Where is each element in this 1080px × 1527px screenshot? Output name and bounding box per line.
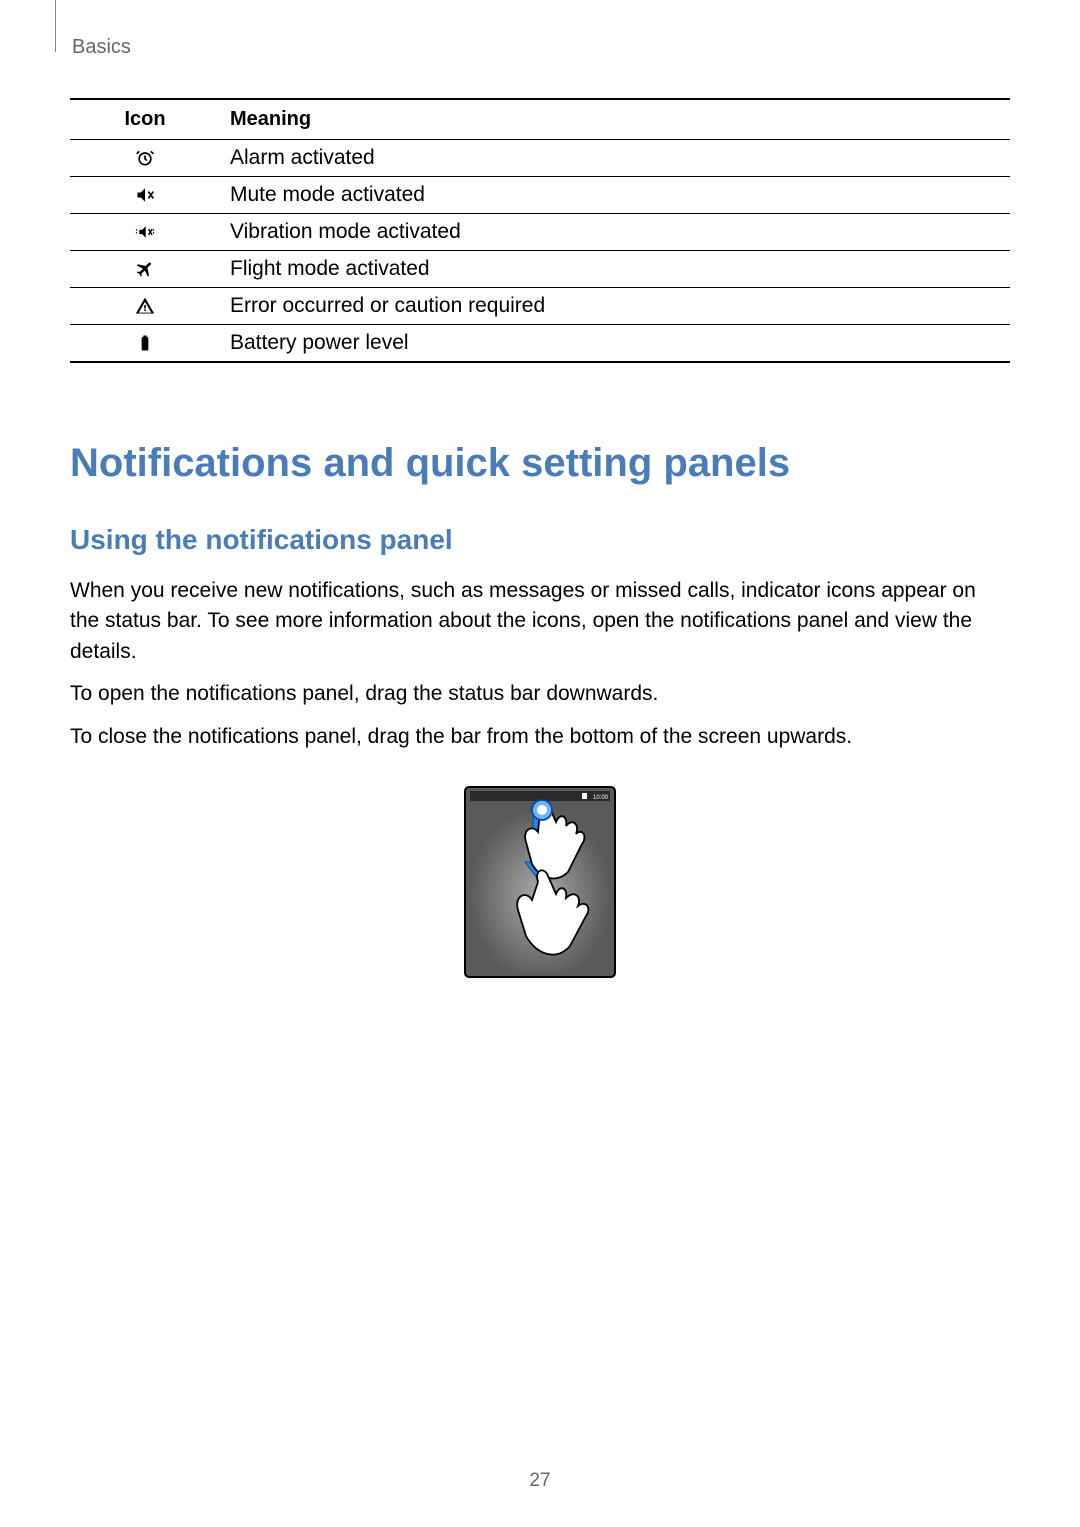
alarm-icon <box>70 140 220 177</box>
battery-icon <box>70 325 220 363</box>
meaning-cell: Alarm activated <box>220 140 1010 177</box>
paragraph: To close the notifications panel, drag t… <box>70 722 1010 752</box>
subsection-heading: Using the notifications panel <box>70 524 1010 556</box>
col-meaning-header: Meaning <box>220 99 1010 140</box>
col-icon-header: Icon <box>70 99 220 140</box>
section-heading: Notifications and quick setting panels <box>70 441 1010 486</box>
icon-meaning-table: Icon Meaning Alarm activated Mute mode a… <box>70 98 1010 363</box>
illustration-time: 10:00 <box>593 795 609 801</box>
table-row: Alarm activated <box>70 140 1010 177</box>
meaning-cell: Error occurred or caution required <box>220 288 1010 325</box>
paragraph: To open the notifications panel, drag th… <box>70 679 1010 709</box>
page-number: 27 <box>0 1470 1080 1492</box>
vibration-icon <box>70 214 220 251</box>
drag-gesture-illustration: 10:00 <box>460 782 620 982</box>
table-row: Mute mode activated <box>70 177 1010 214</box>
paragraph: When you receive new notifications, such… <box>70 576 1010 667</box>
table-row: Error occurred or caution required <box>70 288 1010 325</box>
table-row: Battery power level <box>70 325 1010 363</box>
meaning-cell: Battery power level <box>220 325 1010 363</box>
flight-icon <box>70 251 220 288</box>
mute-icon <box>70 177 220 214</box>
error-icon <box>70 288 220 325</box>
meaning-cell: Flight mode activated <box>220 251 1010 288</box>
meaning-cell: Vibration mode activated <box>220 214 1010 251</box>
breadcrumb: Basics <box>72 36 131 59</box>
meaning-cell: Mute mode activated <box>220 177 1010 214</box>
table-row: Vibration mode activated <box>70 214 1010 251</box>
table-row: Flight mode activated <box>70 251 1010 288</box>
